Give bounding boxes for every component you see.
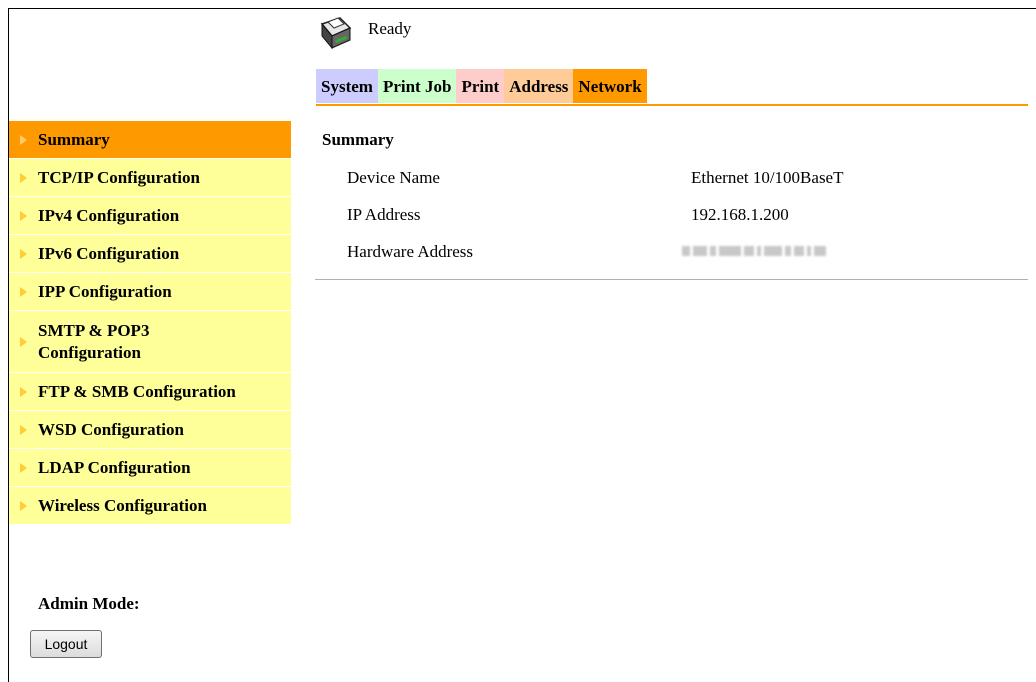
arrow-right-icon bbox=[9, 386, 38, 397]
arrow-right-icon bbox=[9, 336, 38, 347]
status-text: Ready bbox=[368, 19, 412, 38]
arrow-right-icon bbox=[9, 286, 38, 297]
ip-address-value: 192.168.1.200 bbox=[691, 205, 789, 224]
printer-status: Ready bbox=[318, 14, 411, 54]
sidebar-item-wsd[interactable]: WSD Configuration bbox=[9, 411, 291, 449]
ip-address-label: IP Address bbox=[347, 205, 421, 224]
sidebar-item-smtp-pop3[interactable]: SMTP & POP3 Configuration bbox=[9, 311, 291, 373]
arrow-right-icon bbox=[9, 462, 38, 473]
page-title: Summary bbox=[322, 130, 394, 149]
sidebar-item-label: Wireless Configuration bbox=[38, 495, 207, 515]
sidebar-item-label: FTP & SMB Configuration bbox=[38, 381, 236, 401]
arrow-right-icon bbox=[9, 134, 38, 145]
sidebar-item-label: WSD Configuration bbox=[38, 419, 184, 439]
tab-address[interactable]: Address bbox=[504, 69, 574, 103]
sidebar-item-ipv6[interactable]: IPv6 Configuration bbox=[9, 235, 291, 273]
sidebar-item-label: IPP Configuration bbox=[38, 281, 172, 301]
tab-network[interactable]: Network bbox=[573, 69, 647, 103]
content-divider bbox=[315, 279, 1028, 280]
sidebar-item-label: IPv4 Configuration bbox=[38, 205, 180, 225]
device-name-label: Device Name bbox=[347, 168, 440, 187]
arrow-right-icon bbox=[9, 172, 38, 183]
sidebar-item-ipv4[interactable]: IPv4 Configuration bbox=[9, 197, 291, 235]
sidebar-item-label: SMTP & POP3 Configuration bbox=[38, 320, 150, 362]
sidebar-item-ftp-smb[interactable]: FTP & SMB Configuration bbox=[9, 373, 291, 411]
hardware-address-label: Hardware Address bbox=[347, 242, 474, 261]
sidebar-item-tcpip[interactable]: TCP/IP Configuration bbox=[9, 159, 291, 197]
sidebar: Summary TCP/IP Configuration IPv4 Config… bbox=[9, 121, 291, 525]
arrow-right-icon bbox=[9, 248, 38, 259]
tab-divider bbox=[316, 104, 1028, 106]
device-name-value: Ethernet 10/100BaseT bbox=[691, 168, 844, 187]
printer-icon bbox=[320, 17, 352, 50]
tab-system[interactable]: System bbox=[316, 69, 378, 103]
admin-mode-label: Admin Mode: bbox=[38, 594, 140, 613]
hardware-address-value-redacted bbox=[682, 242, 838, 260]
sidebar-item-label: IPv6 Configuration bbox=[38, 243, 180, 263]
sidebar-item-summary[interactable]: Summary bbox=[9, 121, 291, 159]
main-tabs: System Print Job Print Address Network bbox=[316, 69, 647, 103]
arrow-right-icon bbox=[9, 424, 38, 435]
sidebar-item-ldap[interactable]: LDAP Configuration bbox=[9, 449, 291, 487]
tab-print[interactable]: Print bbox=[456, 69, 505, 103]
logout-button[interactable]: Logout bbox=[30, 630, 102, 658]
sidebar-item-label: Summary bbox=[38, 129, 110, 149]
arrow-right-icon bbox=[9, 210, 38, 221]
sidebar-item-ipp[interactable]: IPP Configuration bbox=[9, 273, 291, 311]
arrow-right-icon bbox=[9, 500, 38, 511]
sidebar-item-label: TCP/IP Configuration bbox=[38, 167, 200, 187]
sidebar-item-label: LDAP Configuration bbox=[38, 457, 191, 477]
sidebar-item-wireless[interactable]: Wireless Configuration bbox=[9, 487, 291, 525]
tab-print-job[interactable]: Print Job bbox=[377, 69, 457, 103]
